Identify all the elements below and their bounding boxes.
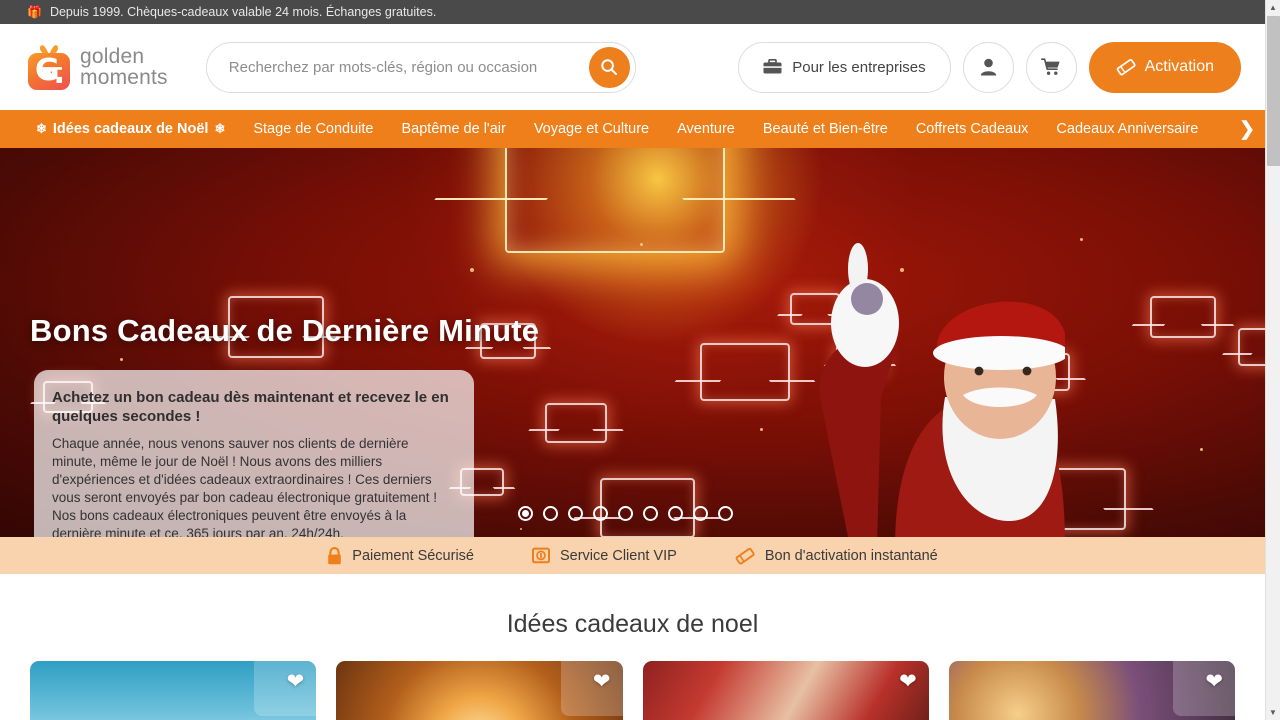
- nav-item-noel-label: Idées cadeaux de Noël: [52, 121, 209, 137]
- benefit-vip-service: Service Client VIP: [531, 547, 677, 564]
- browser-scrollbar[interactable]: ▲ ▼: [1265, 0, 1280, 720]
- promo-topbar: 🎁 Depuis 1999. Chèques-cadeaux valable 2…: [0, 0, 1265, 24]
- activation-button[interactable]: Activation: [1088, 41, 1241, 93]
- logo[interactable]: G golden moments: [28, 44, 168, 90]
- carousel-dot[interactable]: [668, 506, 683, 521]
- search-input[interactable]: [228, 58, 589, 76]
- search-icon: [601, 59, 618, 75]
- hero-card-body: Chaque année, nous venons sauver nos cli…: [52, 436, 437, 537]
- shopping-cart-icon: [1041, 58, 1060, 75]
- logo-letter: G: [35, 53, 60, 88]
- activation-button-label: Activation: [1144, 58, 1214, 75]
- caret-down-icon[interactable]: ▼: [1266, 705, 1280, 720]
- carousel-dot[interactable]: [593, 506, 608, 521]
- carousel-dot[interactable]: [693, 506, 708, 521]
- gift-card[interactable]: ❤: [642, 661, 929, 720]
- carousel-dots: [518, 506, 733, 521]
- nav-item-stage-conduite[interactable]: Stage de Conduite: [239, 110, 387, 148]
- favorite-backdrop: [1173, 661, 1235, 716]
- promo-text: Depuis 1999. Chèques-cadeaux valable 24 …: [49, 5, 437, 19]
- site-header: G golden moments Recherchez par mots-clé…: [0, 24, 1265, 110]
- nav-item-aventure[interactable]: Aventure: [663, 110, 749, 148]
- business-button-label: Pour les entreprises: [792, 58, 926, 76]
- carousel-dot[interactable]: [718, 506, 733, 521]
- snowflake-icon: ❄: [36, 121, 47, 136]
- search-button[interactable]: [588, 46, 630, 88]
- ticket-icon: [1116, 58, 1136, 76]
- nav-item-voyage-culture[interactable]: Voyage et Culture: [520, 110, 663, 148]
- support-badge-icon: [531, 547, 550, 564]
- header-actions: Pour les entreprises Activation: [738, 41, 1241, 93]
- heart-icon[interactable]: ❤: [1205, 671, 1223, 692]
- hero-banner: Bons Cadeaux de Dernière Minute Achetez …: [0, 148, 1265, 537]
- heart-icon[interactable]: ❤: [287, 671, 305, 692]
- search-bar[interactable]: [205, 41, 636, 93]
- logo-gift-icon: G: [28, 44, 70, 90]
- nav-item-beaute-bienetre[interactable]: Beauté et Bien-être: [749, 110, 902, 148]
- logo-text-line1: golden: [80, 45, 145, 68]
- benefit-label: Paiement Sécurisé: [352, 547, 474, 564]
- account-button[interactable]: [962, 41, 1014, 93]
- cart-button[interactable]: [1025, 41, 1077, 93]
- benefit-instant-voucher: Bon d'activation instantané: [735, 546, 938, 566]
- hero-title: Bons Cadeaux de Dernière Minute: [30, 313, 540, 348]
- gift-card[interactable]: ❤: [30, 661, 317, 720]
- caret-up-icon[interactable]: ▲: [1266, 0, 1280, 15]
- user-icon: [980, 58, 996, 76]
- ticket-icon: [735, 547, 755, 565]
- briefcase-icon: [763, 59, 782, 74]
- carousel-dot[interactable]: [618, 506, 633, 521]
- heart-icon[interactable]: ❤: [899, 671, 917, 692]
- benefit-label: Service Client VIP: [559, 547, 677, 564]
- nav-item-cadeaux-anniversaire[interactable]: Cadeaux Anniversaire: [1042, 110, 1212, 148]
- benefit-label: Bon d'activation instantané: [764, 547, 938, 564]
- benefits-bar: Paiement Sécurisé Service Client VIP Bon…: [0, 537, 1265, 574]
- nav-item-bapteme-air[interactable]: Baptême de l'air: [387, 110, 519, 148]
- gift-cards-grid: ❤ ❤ ❤ ❤: [0, 661, 1265, 720]
- carousel-dot[interactable]: [518, 506, 533, 521]
- favorite-backdrop: [254, 661, 317, 716]
- gift-card[interactable]: ❤: [948, 661, 1235, 720]
- carousel-dot[interactable]: [568, 506, 583, 521]
- benefit-secure-payment: Paiement Sécurisé: [327, 546, 474, 565]
- scrollbar-thumb[interactable]: [1267, 16, 1280, 166]
- logo-text-line2: moments: [80, 66, 168, 89]
- favorite-backdrop: [560, 661, 623, 716]
- gift-icon: 🎁: [27, 5, 42, 19]
- hero-card-heading: Achetez un bon cadeau dès maintenant et …: [52, 389, 449, 425]
- nav-next-arrow[interactable]: ❯: [1239, 110, 1255, 148]
- hero-promo-card: Achetez un bon cadeau dès maintenant et …: [34, 370, 474, 537]
- carousel-dot[interactable]: [543, 506, 558, 521]
- gift-card[interactable]: ❤: [336, 661, 623, 720]
- lock-icon: [328, 546, 342, 564]
- carousel-dot[interactable]: [643, 506, 658, 521]
- heart-icon[interactable]: ❤: [593, 671, 611, 692]
- nav-item-coffrets-cadeaux[interactable]: Coffrets Cadeaux: [902, 110, 1043, 148]
- page-root: 🎁 Depuis 1999. Chèques-cadeaux valable 2…: [0, 0, 1265, 720]
- business-button[interactable]: Pour les entreprises: [738, 41, 951, 93]
- section-title: Idées cadeaux de noel: [506, 610, 759, 638]
- card-image-family-santa-hats: [642, 661, 929, 720]
- nav-item-noel[interactable]: ❄ Idées cadeaux de Noël ❄: [30, 110, 239, 148]
- snowflake-icon: ❄: [214, 121, 226, 136]
- main-navigation: ❄ Idées cadeaux de Noël ❄ Stage de Condu…: [0, 110, 1265, 148]
